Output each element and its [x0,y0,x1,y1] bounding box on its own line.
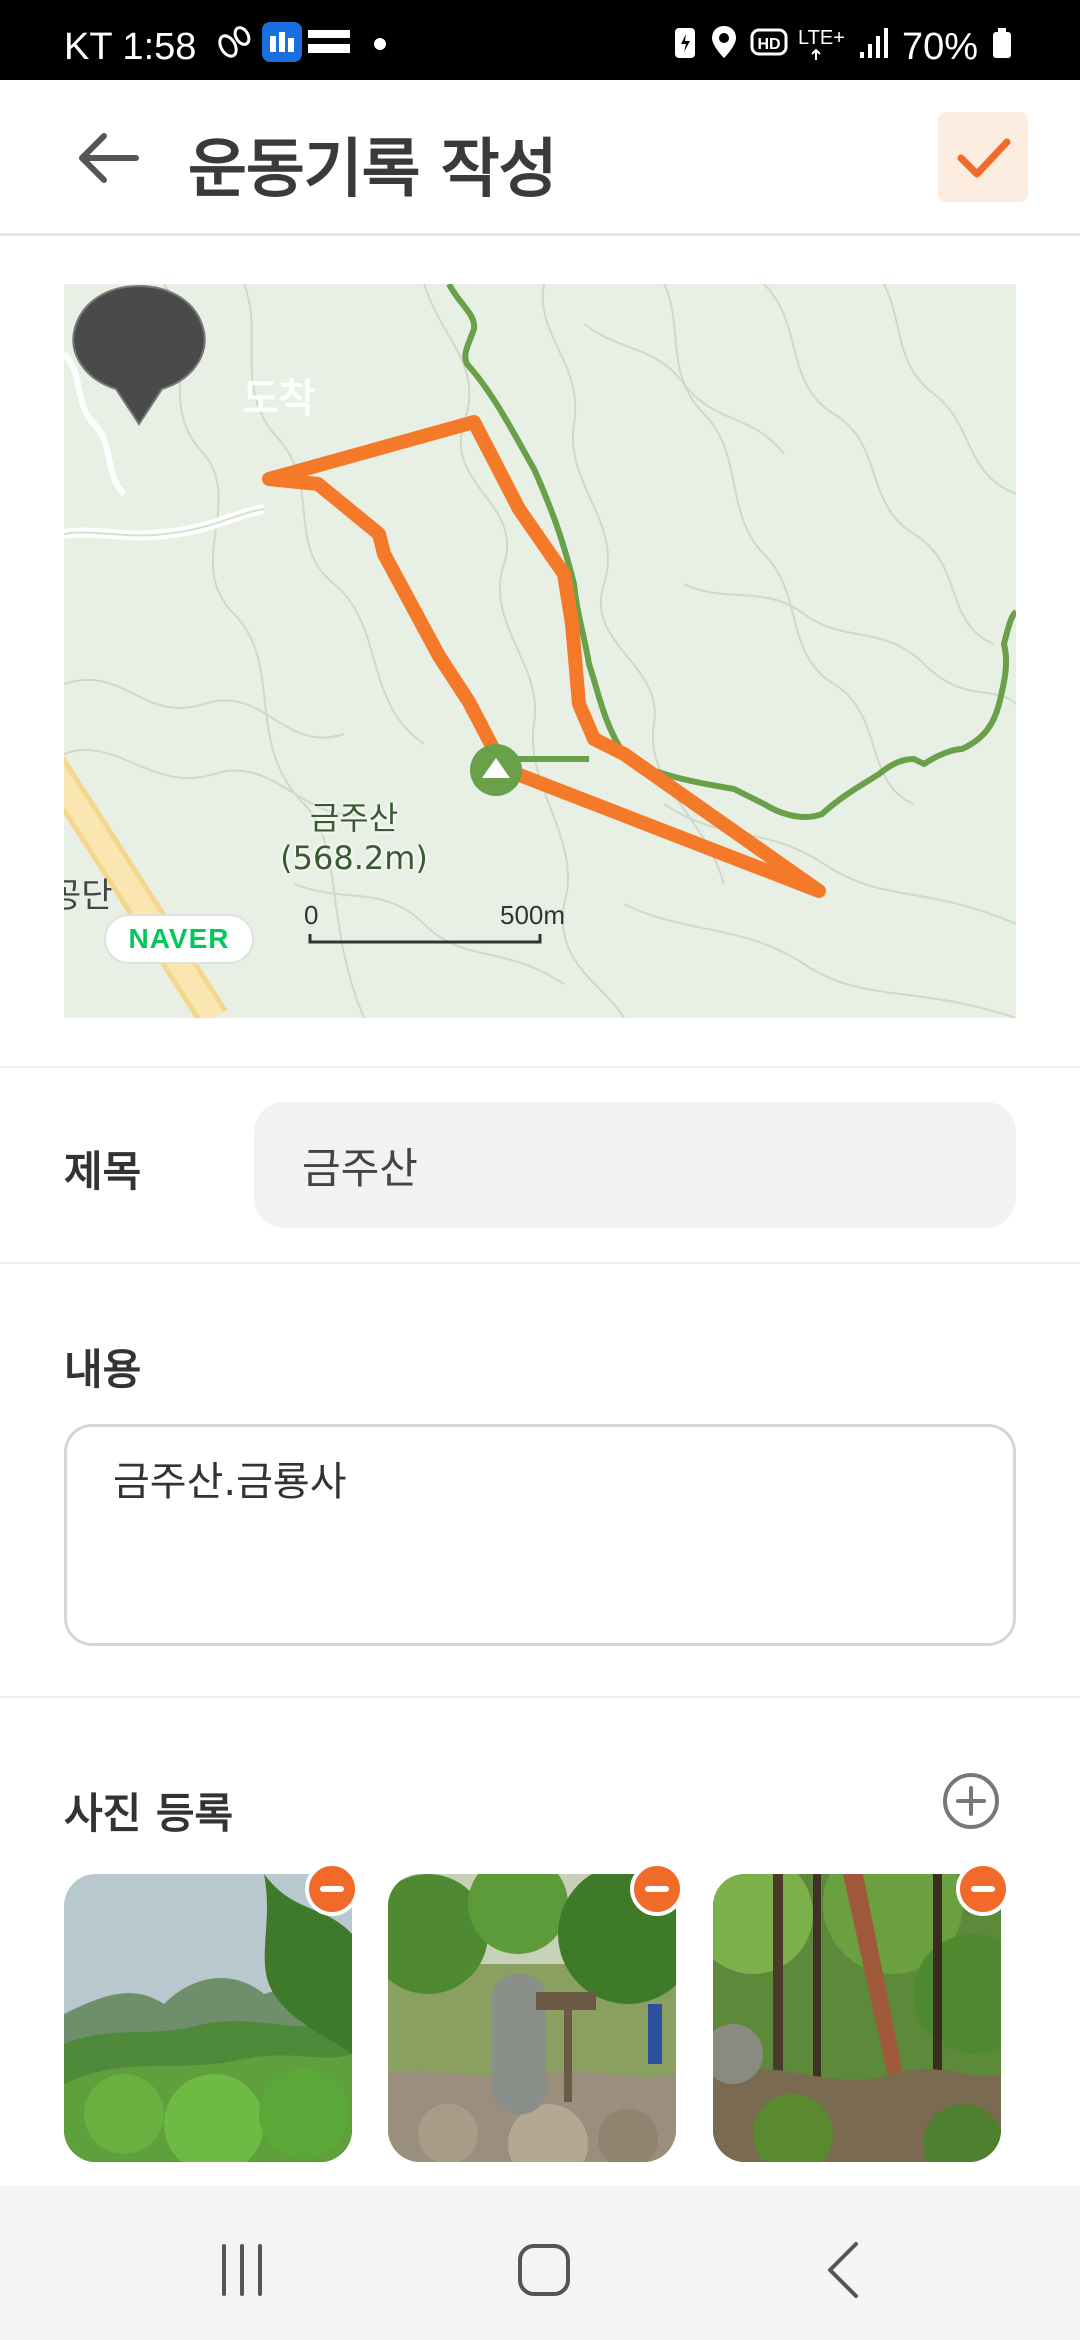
peak-name: 금주산 [309,799,399,837]
arrive-pin-icon[interactable] [64,284,214,434]
hd-icon: HD [750,28,788,56]
peak-elevation: (568.2m) [280,839,428,877]
temu-label-icon [308,30,350,53]
map-place-label: 공단 [64,876,113,916]
naver-logo: NAVER [104,914,254,964]
system-nav-bar [0,2186,1080,2340]
arrow-left-icon [79,133,139,183]
battery-icon [993,28,1011,58]
back-icon[interactable] [806,2230,886,2310]
lte-icon: LTE+ [798,27,845,60]
location-icon [712,26,736,58]
peak-label: 금주산 (568.2m) [264,798,444,878]
remove-photo-button[interactable] [956,1862,1010,1916]
app-header: 운동기록 작성 [0,80,1080,236]
route-map[interactable]: 도착 금주산 (568.2m) 공단 NAVER 0 500m [64,284,1016,1018]
photo-forest-trail [713,1874,1001,2162]
svg-text:HD: HD [757,36,780,53]
plus-circle-icon[interactable] [942,1772,1000,1830]
photo-section-label: 사진 등록 [64,1789,234,1838]
divider [0,1066,1080,1068]
arrive-pin-label: 도착 [242,376,316,422]
signal-icon [860,28,888,58]
scale-end-label: 500m [500,900,566,930]
photo-thumbnail[interactable] [64,1874,352,2162]
photo-thumbnail[interactable] [713,1874,1001,2162]
content-label: 내용 [64,1345,142,1394]
svg-text:LTE+: LTE+ [798,27,845,49]
status-bar: KT 1:58 HD LTE+ 70% [0,0,1080,80]
scale-start-label: 0 [304,900,319,930]
photo-mountain-view [64,1874,352,2162]
recent-apps-icon[interactable] [202,2230,282,2310]
page-title: 운동기록 작성 [188,133,558,207]
battery-percent: 70% [902,26,979,68]
home-icon[interactable] [504,2230,584,2310]
steps-icon [218,26,251,58]
confirm-button[interactable] [938,112,1028,202]
photo-thumbnail[interactable] [388,1874,676,2162]
check-icon [957,138,1011,178]
dot-icon [374,38,386,50]
title-label: 제목 [64,1147,142,1196]
status-time: KT 1:58 [64,26,197,68]
title-input[interactable] [254,1102,1016,1228]
remove-photo-button[interactable] [630,1862,684,1916]
divider [0,1696,1080,1698]
temu-app-icon [262,22,302,62]
back-button[interactable] [60,118,156,198]
divider [0,1262,1080,1264]
battery-saver-icon [675,28,695,58]
photo-summit-stone [388,1874,676,2162]
remove-photo-button[interactable] [305,1862,359,1916]
content-textarea[interactable]: 금주산.금룡사 [64,1424,1016,1646]
